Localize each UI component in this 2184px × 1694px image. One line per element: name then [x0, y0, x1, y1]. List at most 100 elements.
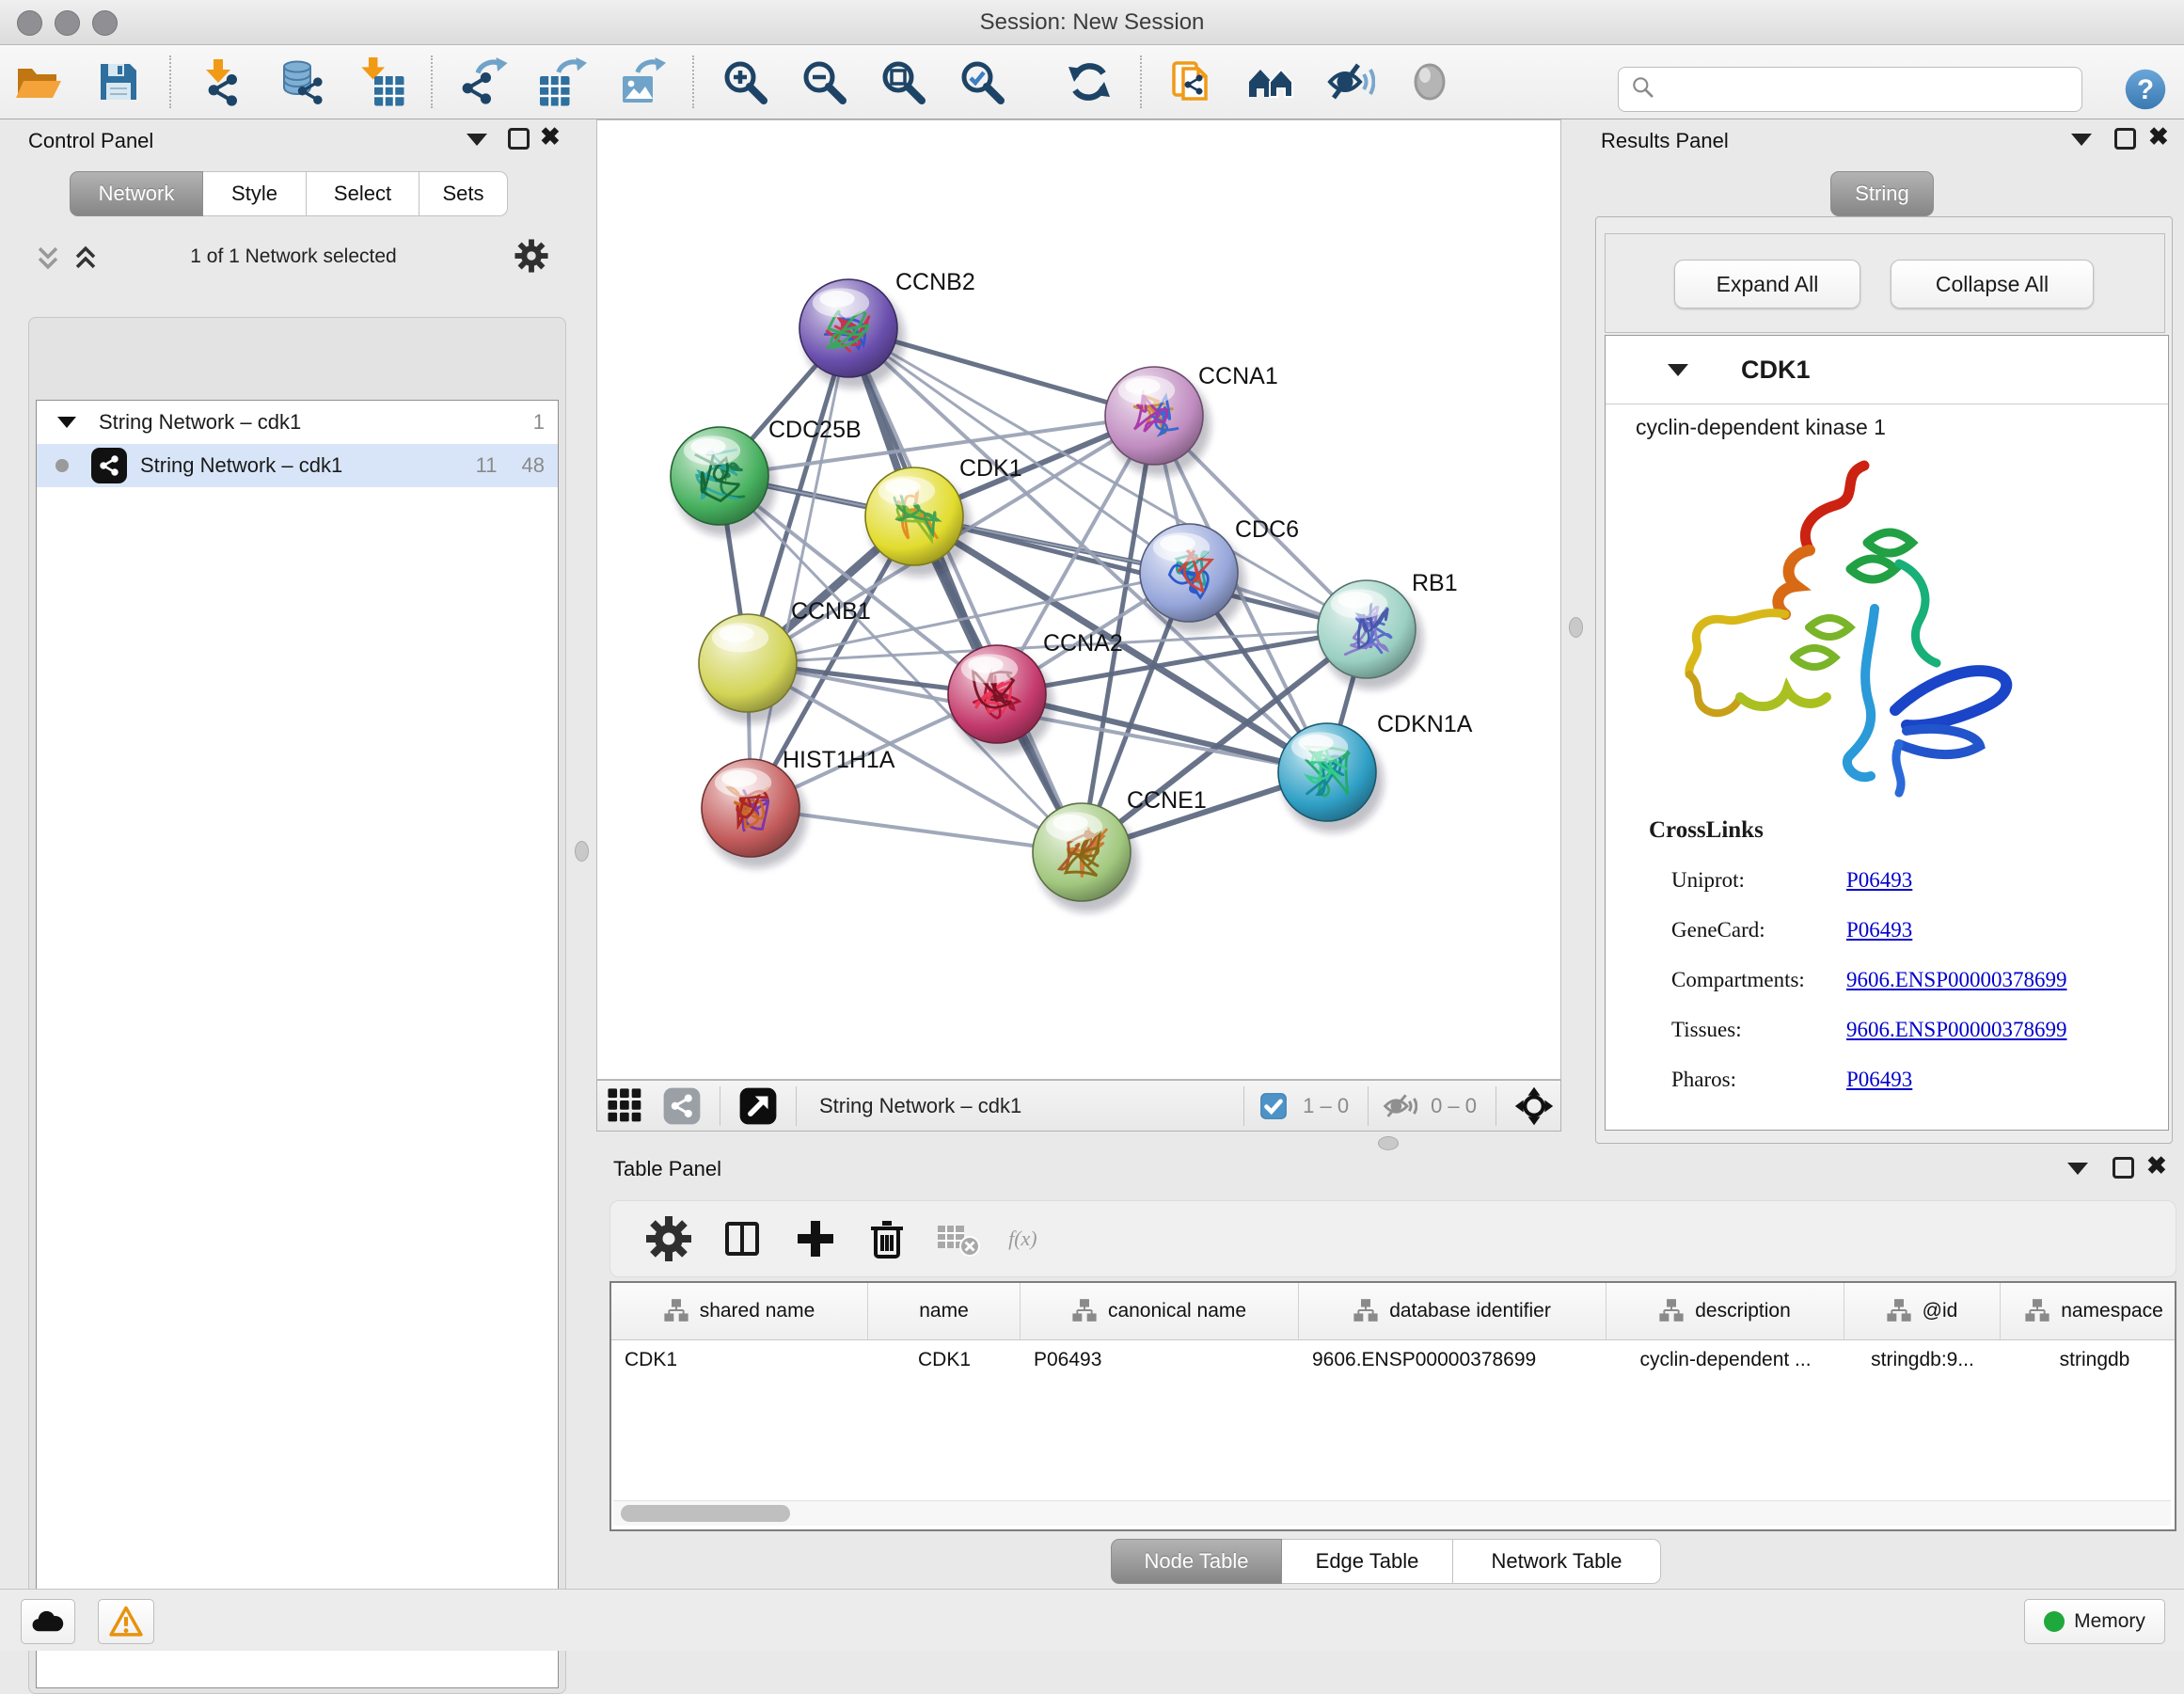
refresh-button[interactable] — [1064, 56, 1115, 107]
hidden-eye-icon[interactable] — [1382, 1088, 1417, 1124]
column-header-database-identifier[interactable]: database identifier — [1299, 1283, 1606, 1339]
crosslink-link[interactable]: P06493 — [1846, 1068, 1912, 1092]
crosslink-link[interactable]: P06493 — [1846, 918, 1912, 942]
tab-network-table[interactable]: Network Table — [1453, 1539, 1661, 1584]
table-panel-collapse-icon[interactable] — [2067, 1163, 2088, 1175]
show-hide-button[interactable] — [1325, 56, 1376, 107]
selected-checkbox-icon[interactable] — [1259, 1092, 1288, 1120]
column-header--id[interactable]: @id — [1844, 1283, 2001, 1339]
columns-icon[interactable] — [718, 1214, 767, 1263]
table-cell[interactable]: CDK1 — [611, 1349, 868, 1371]
network-node-CCNB2[interactable] — [799, 279, 905, 388]
zoom-out-button[interactable] — [799, 56, 849, 107]
zoom-fit-button[interactable] — [878, 56, 928, 107]
table-cell[interactable]: stringdb:9... — [1844, 1349, 2001, 1371]
results-panel-close-icon[interactable]: ✖ — [2148, 124, 2169, 149]
divider — [1243, 1086, 1244, 1126]
table-cell[interactable]: 9606.ENSP00000378699 — [1299, 1349, 1606, 1371]
network-canvas[interactable]: CCNB2 CCNA1 CDC25B CDK1 CDC6 RB1 CCNB1 — [596, 119, 1561, 1080]
zoom-in-button[interactable] — [720, 56, 770, 107]
section-collapse-icon[interactable] — [1668, 364, 1688, 376]
open-session-button[interactable] — [14, 56, 65, 107]
import-network-from-database-button[interactable] — [276, 56, 326, 107]
column-header-canonical-name[interactable]: canonical name — [1021, 1283, 1299, 1339]
delete-column-icon[interactable] — [863, 1214, 911, 1263]
tab-edge-table[interactable]: Edge Table — [1282, 1539, 1453, 1584]
memory-button[interactable]: Memory — [2024, 1599, 2165, 1644]
table-cell[interactable]: stringdb — [2001, 1349, 2184, 1371]
import-table-button[interactable] — [355, 56, 405, 107]
export-table-button[interactable] — [537, 56, 588, 107]
expand-all-button[interactable]: Expand All — [1674, 260, 1860, 309]
tab-select[interactable]: Select — [307, 171, 419, 216]
search-input[interactable] — [1664, 70, 2081, 109]
network-node-CDC6[interactable] — [1140, 524, 1245, 633]
copy-style-button[interactable] — [1167, 56, 1218, 107]
column-header-name[interactable]: name — [868, 1283, 1021, 1339]
column-header-shared-name[interactable]: shared name — [611, 1283, 868, 1339]
toggle-view-button[interactable] — [1404, 56, 1455, 107]
cloud-icon — [30, 1604, 66, 1639]
birdseye-icon[interactable] — [737, 1085, 779, 1127]
string-share-icon[interactable] — [661, 1085, 703, 1127]
crosslink-row: Compartments:9606.ENSP00000378699 — [1671, 955, 2142, 1005]
zoom-selected-button[interactable] — [957, 56, 1007, 107]
control-panel-close-icon[interactable]: ✖ — [540, 124, 561, 149]
network-node-CCNA2[interactable] — [948, 645, 1053, 754]
tab-style[interactable]: Style — [203, 171, 307, 216]
table-row[interactable]: CDK1CDK1P064939606.ENSP00000378699cyclin… — [611, 1340, 2175, 1380]
tab-node-table[interactable]: Node Table — [1111, 1539, 1282, 1584]
splitter-handle[interactable] — [1378, 1136, 1399, 1150]
network-collection-row[interactable]: String Network – cdk1 1 — [37, 401, 558, 444]
table-panel-float-icon[interactable] — [2113, 1157, 2134, 1179]
control-panel-float-icon[interactable] — [508, 128, 530, 150]
import-network-from-file-button[interactable] — [197, 56, 247, 107]
warning-icon — [109, 1605, 143, 1639]
network-node-CDKN1A[interactable] — [1278, 723, 1384, 832]
crosshair-icon[interactable] — [1513, 1085, 1555, 1127]
collapse-all-button[interactable]: Collapse All — [1891, 260, 2094, 309]
results-panel-float-icon[interactable] — [2114, 128, 2136, 150]
network-node-HIST1H1A[interactable] — [702, 759, 807, 868]
network-node-CDC25B[interactable] — [671, 427, 776, 536]
network-edge-CCNB2-CCNE1[interactable] — [848, 328, 1082, 852]
crosslink-link[interactable]: 9606.ENSP00000378699 — [1846, 1018, 2067, 1042]
node-label-CCNB1: CCNB1 — [791, 598, 871, 625]
add-column-icon[interactable] — [791, 1214, 840, 1263]
column-header-namespace[interactable]: namespace — [2001, 1283, 2184, 1339]
table-cell[interactable]: cyclin-dependent ... — [1606, 1349, 1844, 1371]
tab-string[interactable]: String — [1830, 171, 1934, 216]
network-row-selected[interactable]: String Network – cdk1 11 48 — [37, 444, 558, 487]
tree-expand-icon[interactable] — [57, 417, 76, 428]
table-panel-close-icon[interactable]: ✖ — [2146, 1153, 2167, 1178]
cloud-button[interactable] — [21, 1599, 75, 1644]
horizontal-scrollbar[interactable] — [613, 1500, 2171, 1526]
network-node-RB1[interactable] — [1318, 580, 1423, 689]
help-button[interactable]: ? — [2123, 67, 2168, 112]
results-panel-collapse-icon[interactable] — [2071, 134, 2092, 146]
crosslink-link[interactable]: P06493 — [1846, 868, 1912, 893]
gear-icon[interactable] — [514, 238, 549, 274]
grid-view-icon[interactable] — [605, 1085, 646, 1127]
table-cell[interactable]: P06493 — [1021, 1349, 1299, 1371]
splitter-handle[interactable] — [1569, 617, 1583, 638]
export-network-button[interactable] — [458, 56, 509, 107]
network-node-CDK1[interactable] — [865, 467, 971, 577]
gear-icon[interactable] — [644, 1214, 693, 1263]
scrollbar-thumb[interactable] — [621, 1505, 790, 1522]
export-image-button[interactable] — [616, 56, 667, 107]
first-neighbors-button[interactable] — [1246, 56, 1297, 107]
crosslink-link[interactable]: 9606.ENSP00000378699 — [1846, 968, 2067, 992]
tab-sets[interactable]: Sets — [419, 171, 508, 216]
network-node-CCNA1[interactable] — [1105, 367, 1211, 476]
column-header-description[interactable]: description — [1606, 1283, 1844, 1339]
control-panel-collapse-icon[interactable] — [467, 134, 487, 146]
tab-network[interactable]: Network — [70, 171, 203, 216]
search-box[interactable] — [1618, 67, 2082, 112]
result-section-header[interactable]: CDK1 — [1606, 336, 2168, 404]
toolbar-separator — [1140, 55, 1142, 108]
warnings-button[interactable] — [98, 1599, 154, 1644]
save-session-button[interactable] — [93, 56, 144, 107]
splitter-handle[interactable] — [575, 841, 589, 862]
table-cell[interactable]: CDK1 — [868, 1349, 1021, 1371]
